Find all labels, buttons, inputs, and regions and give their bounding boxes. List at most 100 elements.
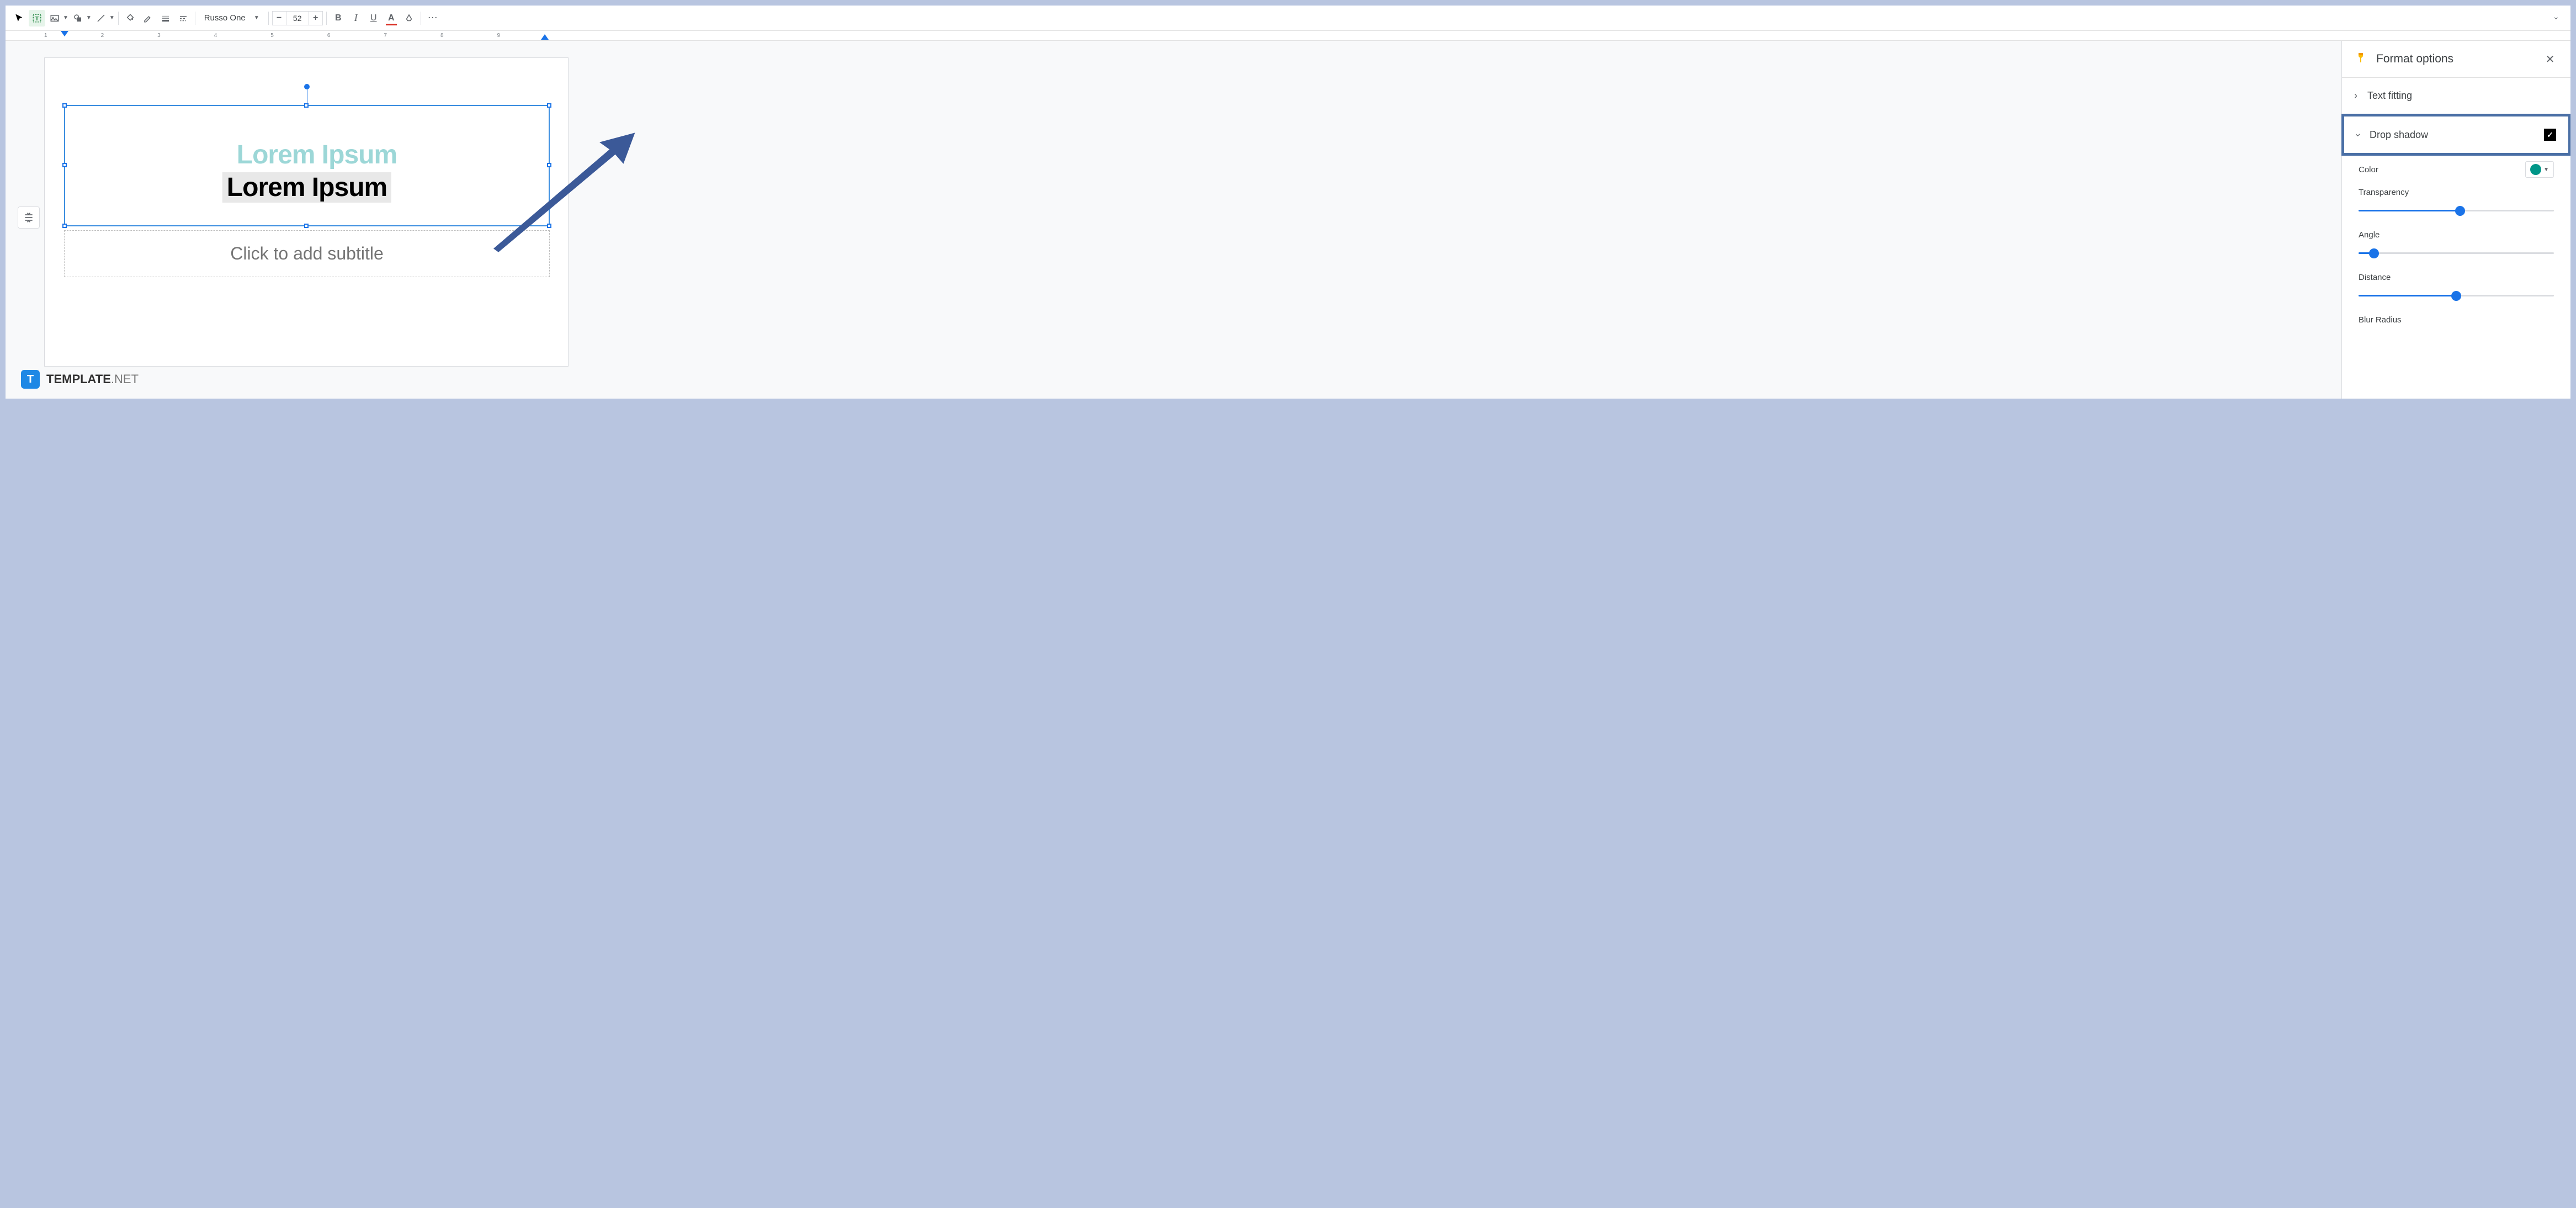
transparency-slider[interactable]	[2359, 205, 2554, 216]
subtitle-text: Click to add subtitle	[230, 243, 383, 264]
ruler-mark: 9	[497, 33, 501, 39]
shape-tool[interactable]	[70, 10, 86, 27]
ruler-mark: 5	[270, 33, 274, 39]
resize-handle-s[interactable]	[304, 224, 309, 228]
ruler-mark: 4	[214, 33, 217, 39]
close-icon[interactable]: ✕	[2542, 51, 2558, 67]
color-swatch	[2530, 164, 2541, 175]
section-title: Text fitting	[2367, 90, 2558, 102]
title-text[interactable]: Lorem Ipsum	[222, 172, 391, 203]
drop-shadow-controls: Color ▼ Transparency Angle	[2342, 156, 2570, 350]
svg-text:T: T	[35, 15, 39, 22]
watermark-text: TEMPLATE.NET	[46, 372, 139, 386]
bold-button[interactable]: B	[330, 10, 347, 27]
separator	[118, 12, 119, 25]
distance-control: Distance	[2359, 273, 2554, 301]
ruler-mark: 2	[101, 33, 104, 39]
resize-handle-n[interactable]	[304, 103, 309, 108]
underline-button[interactable]: U	[365, 10, 382, 27]
margin-control[interactable]	[18, 206, 40, 229]
border-weight-tool[interactable]	[157, 10, 174, 27]
format-icon	[2354, 51, 2367, 67]
italic-button[interactable]: I	[348, 10, 364, 27]
checkbox-checked[interactable]: ✓	[2544, 129, 2556, 141]
slider-thumb[interactable]	[2369, 248, 2379, 258]
chevron-down-icon: ▼	[2543, 167, 2549, 173]
section-header-text-fitting[interactable]: › Text fitting	[2342, 78, 2570, 114]
chevron-down-icon: ▼	[254, 15, 259, 21]
angle-control: Angle	[2359, 230, 2554, 258]
textbox-tool[interactable]: T	[29, 10, 45, 27]
image-dropdown[interactable]: ▼	[63, 15, 68, 21]
resize-handle-sw[interactable]	[62, 224, 67, 228]
ruler-mark: 8	[440, 33, 444, 39]
toolbar: T ▼ ▼ ▼ Russo One ▼ − 52 + B I U A ⋯ ›	[6, 6, 2570, 31]
format-options-panel: Format options ✕ › Text fitting › Drop s…	[2341, 41, 2570, 399]
watermark: T TEMPLATE.NET	[21, 370, 139, 389]
blur-control: Blur Radius	[2359, 315, 2554, 325]
color-control-row: Color ▼	[2359, 161, 2554, 178]
watermark-suffix: .NET	[111, 372, 139, 386]
image-tool[interactable]	[46, 10, 63, 27]
separator	[326, 12, 327, 25]
font-size-decrease[interactable]: −	[272, 11, 286, 25]
resize-handle-ne[interactable]	[547, 103, 551, 108]
app-window: T ▼ ▼ ▼ Russo One ▼ − 52 + B I U A ⋯ ›	[6, 6, 2570, 399]
chevron-right-icon: ›	[2354, 90, 2357, 102]
watermark-brand: TEMPLATE	[46, 372, 111, 386]
transparency-control: Transparency	[2359, 188, 2554, 216]
border-dash-tool[interactable]	[175, 10, 192, 27]
resize-handle-nw[interactable]	[62, 103, 67, 108]
separator	[268, 12, 269, 25]
left-indent-marker[interactable]	[61, 31, 68, 39]
fill-color-tool[interactable]	[122, 10, 139, 27]
distance-label: Distance	[2359, 273, 2554, 282]
line-dropdown[interactable]: ▼	[109, 15, 115, 21]
right-indent-marker[interactable]	[541, 34, 549, 41]
panel-title: Format options	[2376, 52, 2533, 66]
resize-handle-w[interactable]	[62, 163, 67, 167]
workspace: Lorem Ipsum Lorem Ipsum Click to add sub…	[6, 41, 2570, 399]
chevron-down-icon: ›	[2352, 133, 2364, 136]
highlight-color-button[interactable]	[401, 10, 417, 27]
slider-fill	[2359, 210, 2460, 211]
collapse-toolbar[interactable]: ›	[2548, 10, 2565, 27]
font-name-label: Russo One	[204, 13, 246, 23]
ruler-marks: 1 2 3 4 5 6 7 8 9	[44, 31, 2570, 39]
border-color-tool[interactable]	[140, 10, 156, 27]
subtitle-placeholder[interactable]: Click to add subtitle	[64, 230, 550, 277]
slider-thumb[interactable]	[2451, 291, 2461, 301]
section-title: Drop shadow	[2370, 129, 2534, 141]
slider-track	[2359, 252, 2554, 254]
rotation-handle[interactable]	[304, 84, 310, 89]
section-drop-shadow: › Drop shadow ✓	[2341, 114, 2570, 156]
color-picker[interactable]: ▼	[2525, 161, 2554, 178]
watermark-icon: T	[21, 370, 40, 389]
line-tool[interactable]	[93, 10, 109, 27]
slider-thumb[interactable]	[2455, 206, 2465, 216]
ruler[interactable]: 1 2 3 4 5 6 7 8 9	[6, 31, 2570, 41]
shape-dropdown[interactable]: ▼	[86, 15, 92, 21]
text-color-button[interactable]: A	[383, 10, 400, 27]
section-text-fitting: › Text fitting	[2342, 77, 2570, 114]
font-size-value[interactable]: 52	[286, 11, 309, 25]
angle-label: Angle	[2359, 230, 2554, 240]
blur-label: Blur Radius	[2359, 315, 2554, 325]
ruler-mark: 7	[384, 33, 387, 39]
font-size-control: − 52 +	[272, 11, 323, 25]
angle-slider[interactable]	[2359, 247, 2554, 258]
distance-slider[interactable]	[2359, 290, 2554, 301]
ruler-mark: 3	[157, 33, 161, 39]
ruler-mark: 6	[327, 33, 331, 39]
ruler-mark: 1	[44, 33, 47, 39]
panel-header: Format options ✕	[2342, 41, 2570, 77]
transparency-label: Transparency	[2359, 188, 2554, 197]
font-family-select[interactable]: Russo One ▼	[199, 13, 265, 23]
more-tools[interactable]: ⋯	[424, 10, 441, 27]
slider-fill	[2359, 295, 2456, 296]
section-header-drop-shadow[interactable]: › Drop shadow ✓	[2344, 116, 2568, 153]
font-size-increase[interactable]: +	[309, 11, 323, 25]
color-label: Color	[2359, 165, 2378, 174]
canvas-area[interactable]: Lorem Ipsum Lorem Ipsum Click to add sub…	[6, 41, 2341, 399]
select-tool[interactable]	[11, 10, 28, 27]
